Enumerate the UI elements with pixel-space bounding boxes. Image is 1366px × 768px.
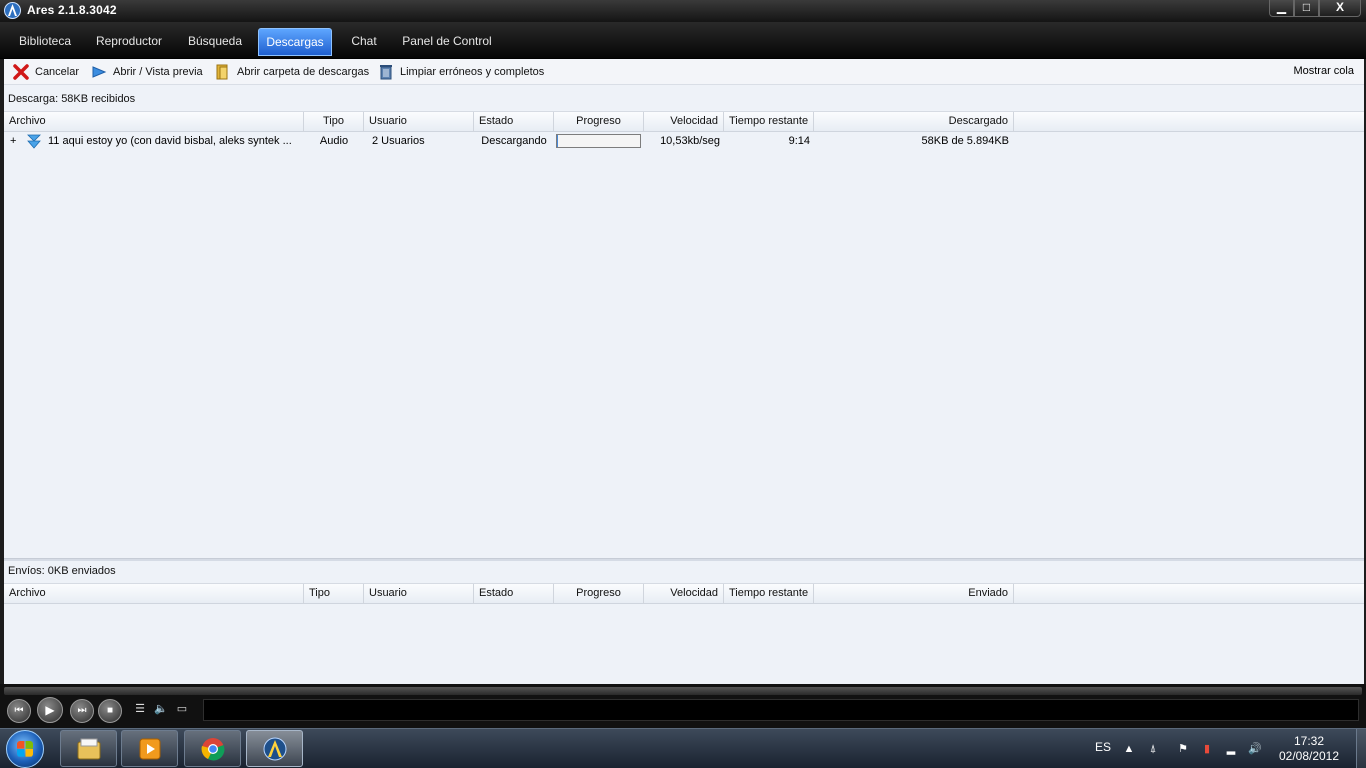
show-desktop-button[interactable] xyxy=(1356,729,1366,768)
download-time-remaining: 9:14 xyxy=(788,135,810,147)
media-player-bar: ⏮ ▶ ⏭ ■ ☰ 🔈 ▭ xyxy=(0,684,1366,728)
download-progress-bar xyxy=(556,134,641,148)
power-icon[interactable]: ▮ xyxy=(1200,742,1214,756)
download-amount: 58KB de 5.894KB xyxy=(921,135,1009,147)
show-hidden-icons-icon[interactable]: ▲ xyxy=(1122,742,1136,756)
col-enviado[interactable]: Enviado xyxy=(814,584,1014,604)
downloads-header: Archivo Tipo Usuario Estado Progreso Vel… xyxy=(4,111,1364,132)
tab-chat[interactable]: Chat xyxy=(342,28,386,56)
download-speed: 10,53kb/seg xyxy=(660,135,720,147)
download-user: 2 Usuarios xyxy=(372,135,425,147)
col-progreso[interactable]: Progreso xyxy=(554,584,644,604)
download-type: Audio xyxy=(319,135,349,147)
tab-biblioteca[interactable]: Biblioteca xyxy=(10,28,80,56)
tab-busqueda[interactable]: Búsqueda xyxy=(180,28,250,56)
downloads-toolbar: Cancelar Abrir / Vista previa Abrir carp… xyxy=(4,59,1364,85)
playlist-icon[interactable]: ☰ xyxy=(133,702,147,716)
uploads-header: Archivo Tipo Usuario Estado Progreso Vel… xyxy=(4,583,1364,604)
language-indicator[interactable]: ES xyxy=(1095,740,1111,754)
taskbar-media-player[interactable] xyxy=(121,730,178,767)
download-row[interactable]: + 11 aqui estoy yo (con david bisbal, al… xyxy=(4,132,1364,151)
col-descargado[interactable]: Descargado xyxy=(814,112,1014,132)
download-status: Descargando xyxy=(481,135,547,147)
tab-descargas[interactable]: Descargas xyxy=(258,28,332,56)
stop-icon[interactable]: ■ xyxy=(98,699,122,723)
open-folder-button[interactable]: Abrir carpeta de descargas xyxy=(214,63,369,81)
volume-icon[interactable]: 🔊 xyxy=(1248,742,1262,756)
previous-track-icon[interactable]: ⏮ xyxy=(7,699,31,723)
main-nav: Biblioteca Reproductor Búsqueda Descarga… xyxy=(0,22,1366,59)
col-tiempo-restante[interactable]: Tiempo restante xyxy=(724,584,814,604)
col-velocidad[interactable]: Velocidad xyxy=(644,584,724,604)
system-clock[interactable]: 17:32 02/08/2012 xyxy=(1276,734,1342,764)
taskbar-explorer[interactable] xyxy=(60,730,117,767)
chrome-icon xyxy=(201,738,225,761)
window-title: Ares 2.1.8.3042 xyxy=(27,3,117,17)
player-display xyxy=(203,699,1359,721)
action-center-flag-icon[interactable]: ⚑ xyxy=(1176,742,1190,756)
clock-time: 17:32 xyxy=(1293,734,1325,748)
tab-reproductor[interactable]: Reproductor xyxy=(90,28,168,56)
show-queue-button[interactable]: Mostrar cola xyxy=(1293,65,1354,77)
download-arrow-icon xyxy=(27,134,41,149)
col-archivo[interactable]: Archivo xyxy=(4,112,304,132)
open-preview-label: Abrir / Vista previa xyxy=(113,66,203,78)
close-button[interactable]: X xyxy=(1319,0,1361,17)
uploads-summary: Envíos: 0KB enviados xyxy=(8,565,116,577)
windows-taskbar: ES ▲ ⍋ ⚑ ▮ ▂ 🔊 17:32 02/08/2012 xyxy=(0,728,1366,768)
open-folder-label: Abrir carpeta de descargas xyxy=(237,66,370,78)
panel-splitter[interactable] xyxy=(4,558,1364,561)
download-file-name: 11 aqui estoy yo (con david bisbal, alek… xyxy=(48,135,292,147)
cancel-x-icon xyxy=(13,64,29,80)
seek-bar[interactable] xyxy=(4,687,1362,695)
download-progress-fill xyxy=(557,135,558,147)
maximize-button[interactable]: □ xyxy=(1294,0,1319,17)
play-icon[interactable]: ▶ xyxy=(37,697,63,723)
expand-toggle[interactable]: + xyxy=(10,132,20,151)
col-estado[interactable]: Estado xyxy=(474,112,554,132)
col-tipo[interactable]: Tipo xyxy=(304,584,364,604)
col-usuario[interactable]: Usuario xyxy=(364,112,474,132)
ares-tray-icon[interactable]: ⍋ xyxy=(1146,742,1160,756)
ares-logo-icon xyxy=(263,737,287,761)
clock-date: 02/08/2012 xyxy=(1278,749,1340,763)
col-progreso[interactable]: Progreso xyxy=(554,112,644,132)
col-tiempo-restante[interactable]: Tiempo restante xyxy=(724,112,814,132)
clear-button[interactable]: Limpiar erróneos y completos xyxy=(377,63,544,81)
media-player-icon xyxy=(139,738,161,760)
downloads-summary: Descarga: 58KB recibidos xyxy=(8,93,136,105)
next-track-icon[interactable]: ⏭ xyxy=(70,699,94,723)
title-bar: Ares 2.1.8.3042 ▁ □ X xyxy=(0,0,1366,22)
tab-panel-de-control[interactable]: Panel de Control xyxy=(398,28,496,56)
taskbar-ares[interactable] xyxy=(246,730,303,767)
open-preview-button[interactable]: Abrir / Vista previa xyxy=(90,63,203,81)
col-velocidad[interactable]: Velocidad xyxy=(644,112,724,132)
play-arrow-icon xyxy=(92,66,107,78)
folder-icon xyxy=(216,64,228,80)
trash-icon xyxy=(380,65,392,80)
col-estado[interactable]: Estado xyxy=(474,584,554,604)
ares-logo-icon xyxy=(4,2,21,19)
taskbar-chrome[interactable] xyxy=(184,730,241,767)
col-usuario[interactable]: Usuario xyxy=(364,584,474,604)
col-archivo[interactable]: Archivo xyxy=(4,584,304,604)
downloads-panel: Cancelar Abrir / Vista previa Abrir carp… xyxy=(4,59,1364,684)
minimize-button[interactable]: ▁ xyxy=(1269,0,1294,17)
cancel-button[interactable]: Cancelar xyxy=(12,63,79,81)
mini-player-icon[interactable]: ▭ xyxy=(175,702,189,716)
start-button[interactable] xyxy=(6,730,44,768)
volume-icon[interactable]: 🔈 xyxy=(154,702,168,716)
clear-label: Limpiar erróneos y completos xyxy=(400,66,545,78)
col-tipo[interactable]: Tipo xyxy=(304,112,364,132)
network-signal-icon[interactable]: ▂ xyxy=(1224,742,1238,756)
folder-icon xyxy=(77,738,101,760)
cancel-label: Cancelar xyxy=(35,66,80,78)
